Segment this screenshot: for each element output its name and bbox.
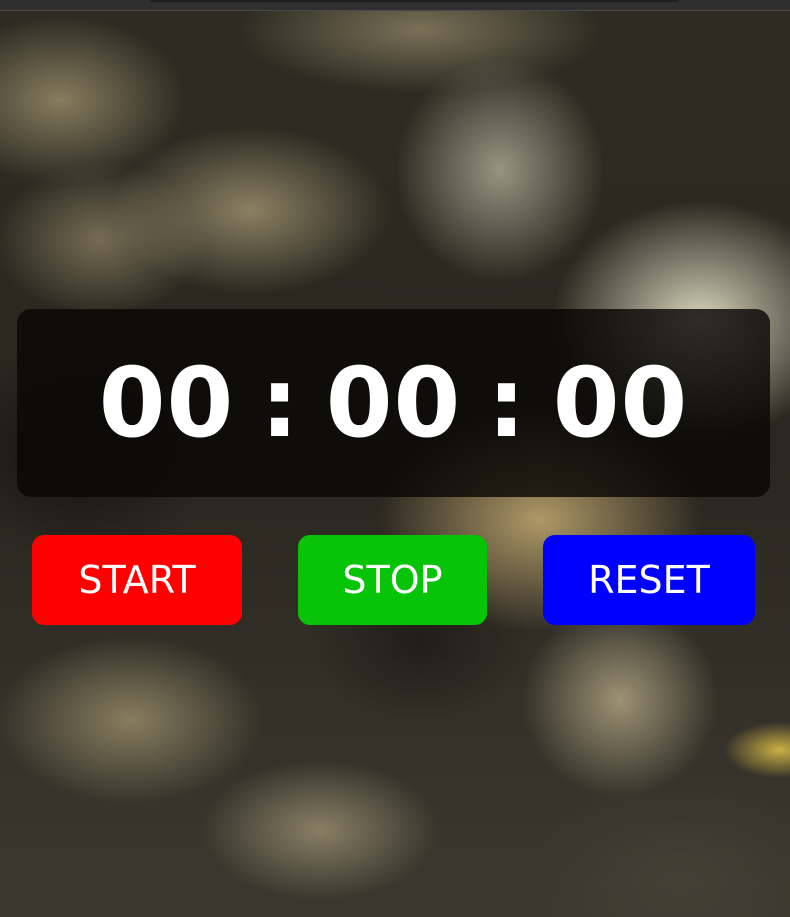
reset-button[interactable]: RESET <box>543 535 755 625</box>
stop-button[interactable]: STOP <box>298 535 487 625</box>
browser-top-bar <box>0 0 790 11</box>
timer-separator: : <box>260 347 300 459</box>
start-button[interactable]: START <box>32 535 242 625</box>
address-bar[interactable] <box>148 0 680 2</box>
timer-seconds: 00 <box>552 347 689 459</box>
timer-separator: : <box>487 347 527 459</box>
timer-display: 00 : 00 : 00 <box>99 355 689 451</box>
stopwatch-page: 00 : 00 : 00 START STOP RESET <box>0 0 790 917</box>
timer-panel: 00 : 00 : 00 <box>17 309 770 497</box>
timer-minutes: 00 <box>325 347 462 459</box>
timer-hours: 00 <box>98 347 235 459</box>
